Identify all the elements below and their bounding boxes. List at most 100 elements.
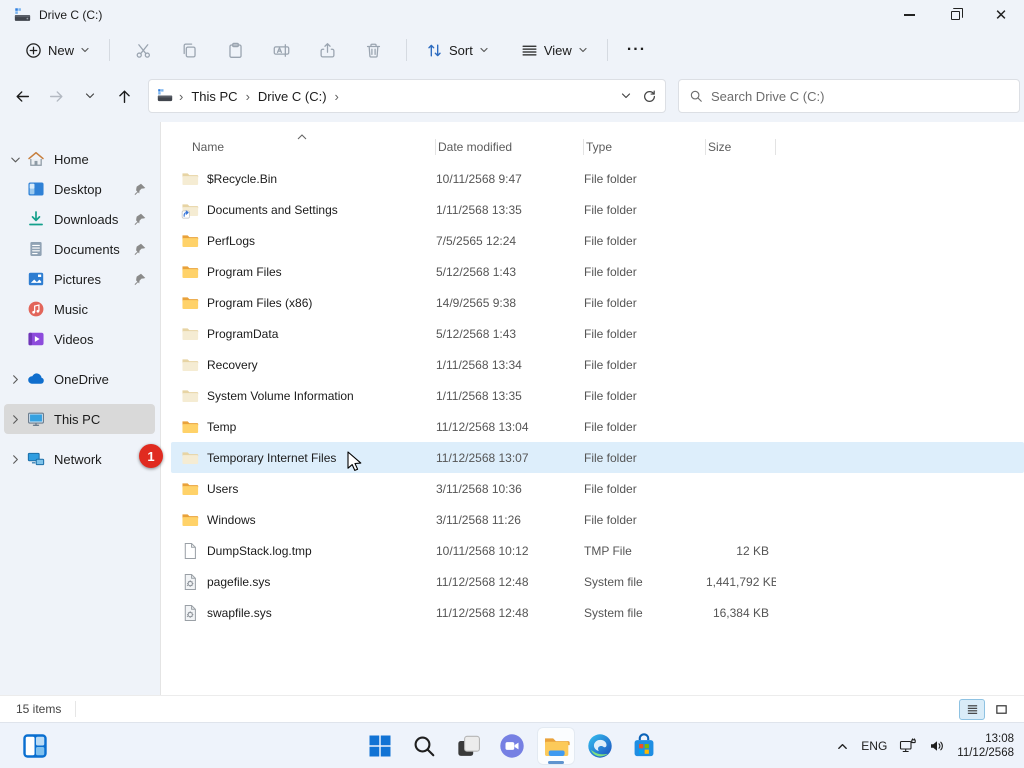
file-sys-icon: [181, 573, 199, 591]
breadcrumb-item[interactable]: This PC: [185, 86, 243, 107]
sort-button[interactable]: Sort: [417, 36, 498, 65]
chevron-right-icon[interactable]: [4, 453, 26, 466]
explorer-icon: [543, 733, 570, 760]
tray-time: 13:08: [957, 732, 1014, 746]
cut-button[interactable]: [125, 34, 161, 66]
file-date: 1/11/2568 13:35: [436, 389, 584, 403]
taskbar-store-button[interactable]: [625, 727, 663, 765]
breadcrumb-item[interactable]: Drive C (C:): [252, 86, 333, 107]
file-explorer-window: Drive C (C:) ✕ New Sort: [0, 0, 1024, 768]
sidebar-item-pictures[interactable]: Pictures: [4, 264, 155, 294]
sidebar-item-music[interactable]: Music: [4, 294, 155, 324]
search-input[interactable]: [711, 89, 1009, 104]
view-lines-icon: [521, 42, 538, 59]
file-type: TMP File: [584, 544, 706, 558]
file-row[interactable]: System Volume Information 1/11/2568 13:35…: [171, 380, 1024, 411]
file-name: Temp: [207, 420, 236, 434]
folder-faded-icon: [181, 387, 199, 405]
large-icons-view-toggle[interactable]: [988, 699, 1014, 720]
clock[interactable]: 13:08 11/12/2568: [957, 732, 1014, 760]
taskbar-edge-button[interactable]: [581, 727, 619, 765]
more-options-button[interactable]: ...: [618, 37, 655, 62]
sidebar-item-downloads[interactable]: Downloads: [4, 204, 155, 234]
sidebar-item-videos[interactable]: Videos: [4, 324, 155, 354]
refresh-icon[interactable]: [642, 89, 657, 104]
up-button[interactable]: [108, 80, 140, 112]
file-row[interactable]: swapfile.sys11/12/2568 12:48System file1…: [171, 597, 1024, 628]
chevron-down-icon[interactable]: [4, 153, 26, 166]
rename-button[interactable]: [263, 34, 299, 66]
sort-ascending-icon: [296, 130, 312, 144]
toolbar-separator: [406, 39, 407, 61]
forward-button[interactable]: [40, 80, 72, 112]
file-row[interactable]: Program Files5/12/2568 1:43File folder: [171, 256, 1024, 287]
file-date: 14/9/2565 9:38: [436, 296, 584, 310]
share-button[interactable]: [309, 34, 345, 66]
taskview-icon: [456, 734, 481, 759]
column-header-date-modified[interactable]: Date modified: [436, 134, 584, 160]
address-dropdown-chevron-icon[interactable]: [620, 90, 632, 102]
column-header-type[interactable]: Type: [584, 134, 706, 160]
status-bar: 15 items: [0, 695, 1024, 722]
command-bar: New Sort View ...: [0, 30, 1024, 70]
taskbar-chat-button[interactable]: [493, 727, 531, 765]
sidebar-item-home[interactable]: Home: [4, 144, 155, 174]
minimize-button[interactable]: [886, 0, 932, 30]
file-row[interactable]: Documents and Settings1/11/2568 13:35Fil…: [171, 194, 1024, 225]
sidebar-item-desktop[interactable]: Desktop: [4, 174, 155, 204]
sidebar-item-network[interactable]: Network: [4, 444, 155, 474]
recent-locations-button[interactable]: [74, 80, 106, 112]
file-row[interactable]: Users3/11/2568 10:36File folder: [171, 473, 1024, 504]
copy-button[interactable]: [171, 34, 207, 66]
taskbar-search-button[interactable]: [405, 727, 443, 765]
network-icon[interactable]: [899, 738, 917, 754]
sidebar-item-documents[interactable]: Documents: [4, 234, 155, 264]
file-date: 3/11/2568 10:36: [436, 482, 584, 496]
language-indicator[interactable]: ENG: [861, 739, 887, 753]
breadcrumb-separator[interactable]: ›: [333, 89, 341, 104]
taskbar-start-button[interactable]: [361, 727, 399, 765]
file-row[interactable]: Program Files (x86)14/9/2565 9:38File fo…: [171, 287, 1024, 318]
new-button[interactable]: New: [16, 36, 99, 65]
file-row[interactable]: PerfLogs7/5/2565 12:24File folder: [171, 225, 1024, 256]
view-button[interactable]: View: [512, 36, 597, 65]
cut-icon: [135, 42, 152, 59]
chevron-right-icon[interactable]: [4, 413, 26, 426]
address-bar[interactable]: ›This PC›Drive C (C:)›: [148, 79, 666, 113]
column-header-name[interactable]: Name: [171, 134, 436, 160]
restore-button[interactable]: [932, 0, 978, 30]
sidebar-item-this-pc[interactable]: This PC: [4, 404, 155, 434]
file-row[interactable]: Temporary Internet Files11/12/2568 13:07…: [171, 442, 1024, 473]
column-header-size[interactable]: Size: [706, 134, 776, 160]
folder-faded-icon: [181, 449, 199, 467]
tray-chevron-up-icon[interactable]: [836, 740, 849, 753]
home-icon: [27, 150, 45, 168]
chevron-down-icon: [479, 45, 489, 55]
sidebar-item-onedrive[interactable]: OneDrive: [4, 364, 155, 394]
file-date: 11/12/2568 13:07: [436, 451, 584, 465]
file-row[interactable]: Temp11/12/2568 13:04File folder: [171, 411, 1024, 442]
file-row[interactable]: pagefile.sys11/12/2568 12:48System file1…: [171, 566, 1024, 597]
file-row[interactable]: $Recycle.Bin10/11/2568 9:47File folder: [171, 163, 1024, 194]
paste-button[interactable]: [217, 34, 253, 66]
file-size: 12 KB: [706, 544, 776, 558]
file-row[interactable]: Windows3/11/2568 11:26File folder: [171, 504, 1024, 535]
file-type: System file: [584, 575, 706, 589]
delete-button[interactable]: [355, 34, 391, 66]
back-button[interactable]: [6, 80, 38, 112]
file-type: File folder: [584, 420, 706, 434]
file-row[interactable]: DumpStack.log.tmp10/11/2568 10:12TMP Fil…: [171, 535, 1024, 566]
taskbar-task-view-button[interactable]: [449, 727, 487, 765]
file-type: File folder: [584, 451, 706, 465]
file-row[interactable]: ProgramData5/12/2568 1:43File folder: [171, 318, 1024, 349]
taskbar-file-explorer-button[interactable]: [537, 727, 575, 765]
close-button[interactable]: ✕: [978, 0, 1024, 30]
chevron-right-icon[interactable]: [4, 373, 26, 386]
file-row[interactable]: Recovery1/11/2568 13:34File folder: [171, 349, 1024, 380]
file-name: System Volume Information: [207, 389, 354, 403]
pin-icon: [132, 212, 147, 230]
details-view-toggle[interactable]: [959, 699, 985, 720]
volume-icon[interactable]: [929, 738, 945, 754]
file-sys-icon: [181, 604, 199, 622]
file-name: Users: [207, 482, 238, 496]
